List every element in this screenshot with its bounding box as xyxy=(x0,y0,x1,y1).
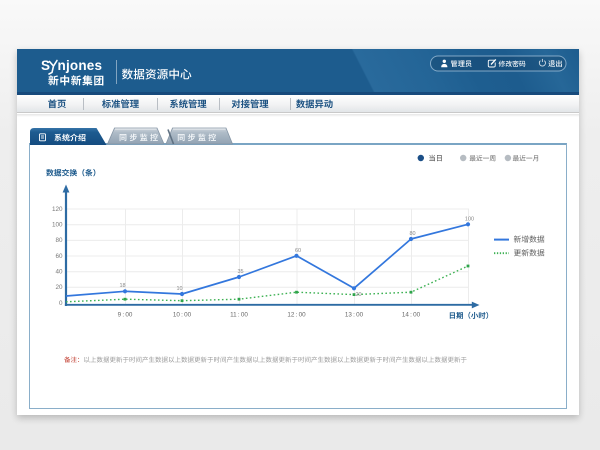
svg-text:20: 20 xyxy=(55,284,63,291)
svg-text:35: 35 xyxy=(237,269,243,275)
svg-text:10 : 00: 10 : 00 xyxy=(173,311,192,318)
svg-text:njones: njones xyxy=(58,58,103,73)
svg-text:9 : 00: 9 : 00 xyxy=(118,311,133,318)
svg-text:100: 100 xyxy=(465,217,474,223)
svg-text:60: 60 xyxy=(55,253,63,260)
svg-text:11 : 00: 11 : 00 xyxy=(230,311,248,318)
svg-text:120: 120 xyxy=(52,206,63,213)
svg-text:80: 80 xyxy=(409,231,415,237)
svg-text:40: 40 xyxy=(55,268,63,275)
svg-text:100: 100 xyxy=(52,222,63,229)
svg-text:12 : 00: 12 : 00 xyxy=(287,311,306,318)
svg-text:80: 80 xyxy=(55,237,63,244)
svg-text:0: 0 xyxy=(59,300,63,307)
svg-text:S: S xyxy=(41,58,50,73)
svg-text:20: 20 xyxy=(355,292,361,298)
svg-text:14 : 00: 14 : 00 xyxy=(402,311,421,318)
svg-text:10: 10 xyxy=(176,286,182,292)
svg-text:60: 60 xyxy=(295,248,301,254)
svg-text:13 : 00: 13 : 00 xyxy=(345,311,364,318)
svg-text:18: 18 xyxy=(119,283,125,289)
